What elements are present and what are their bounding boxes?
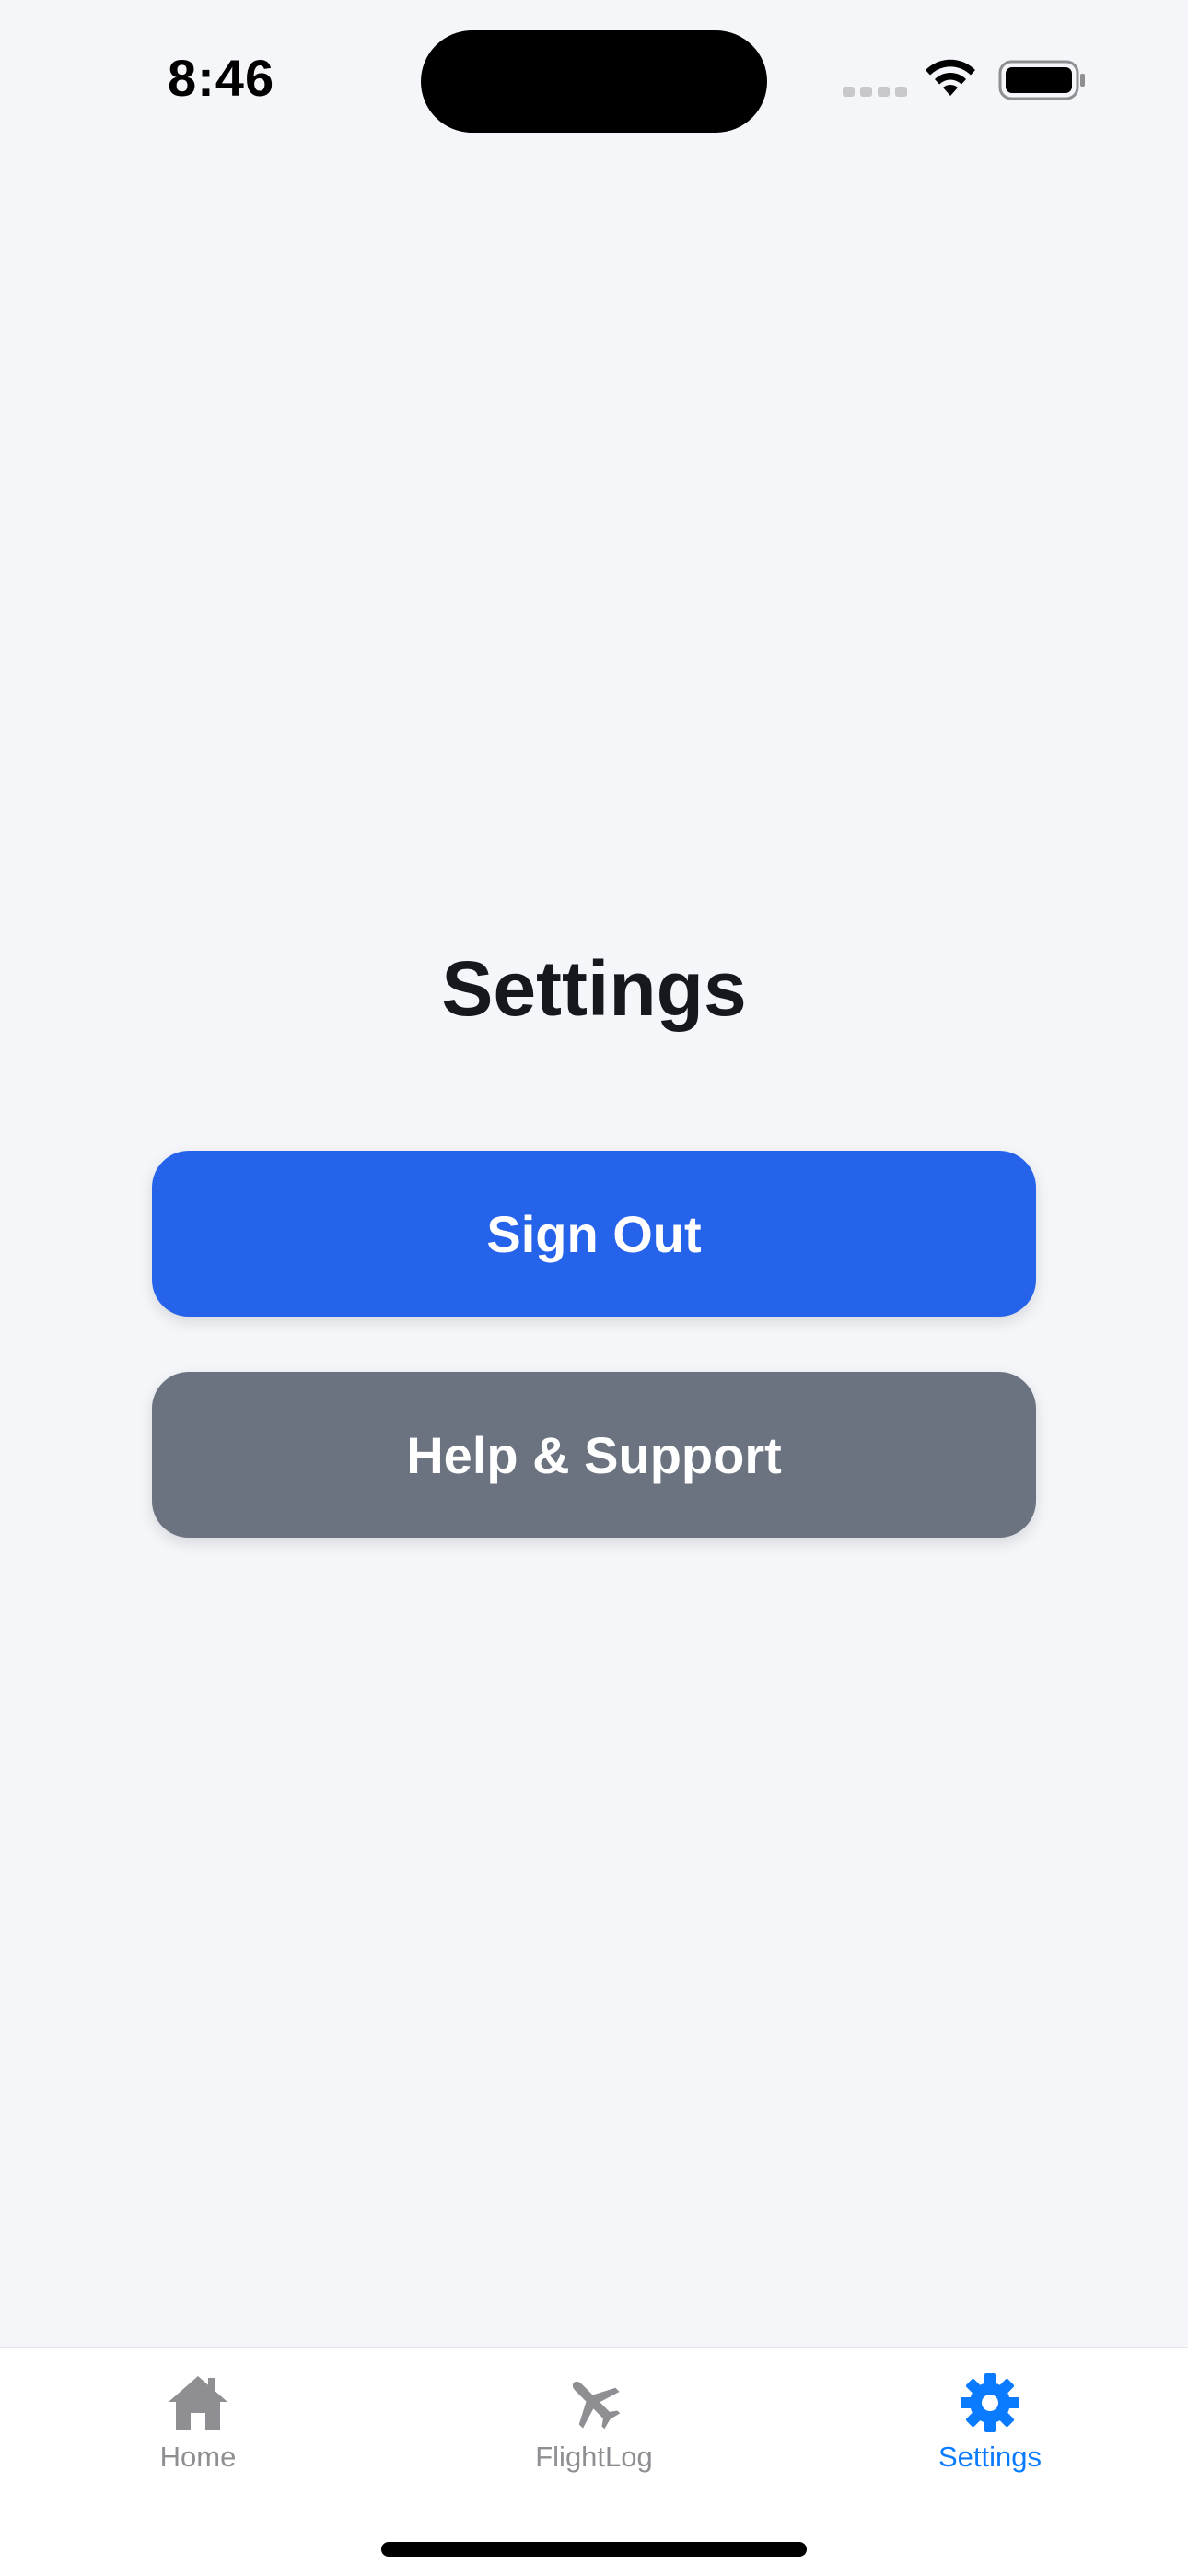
page-title: Settings [441,945,747,1032]
help-support-button[interactable]: Help & Support [152,1372,1036,1538]
sign-out-button-label: Sign Out [486,1204,702,1263]
help-support-button-label: Help & Support [406,1425,782,1484]
dynamic-island [421,30,767,133]
home-icon [169,2376,227,2430]
tab-home-label: Home [159,2441,237,2473]
status-time: 8:46 [168,49,275,107]
tab-home[interactable]: Home [0,2348,396,2496]
tab-settings-label: Settings [938,2441,1042,2473]
cellular-signal-icon [843,87,907,97]
battery-icon [998,60,1085,100]
tab-flightlog-label: FlightLog [535,2441,653,2473]
gear-icon [961,2373,1019,2432]
tab-settings[interactable]: Settings [792,2348,1188,2496]
tab-flightlog[interactable]: FlightLog [396,2348,792,2496]
home-indicator[interactable] [381,2542,807,2557]
wifi-icon [926,59,975,96]
airplane-icon [572,2381,621,2430]
settings-screen: 8:46 Settings Sign Out Help & Support Ho… [0,0,1188,2576]
sign-out-button[interactable]: Sign Out [152,1151,1036,1317]
